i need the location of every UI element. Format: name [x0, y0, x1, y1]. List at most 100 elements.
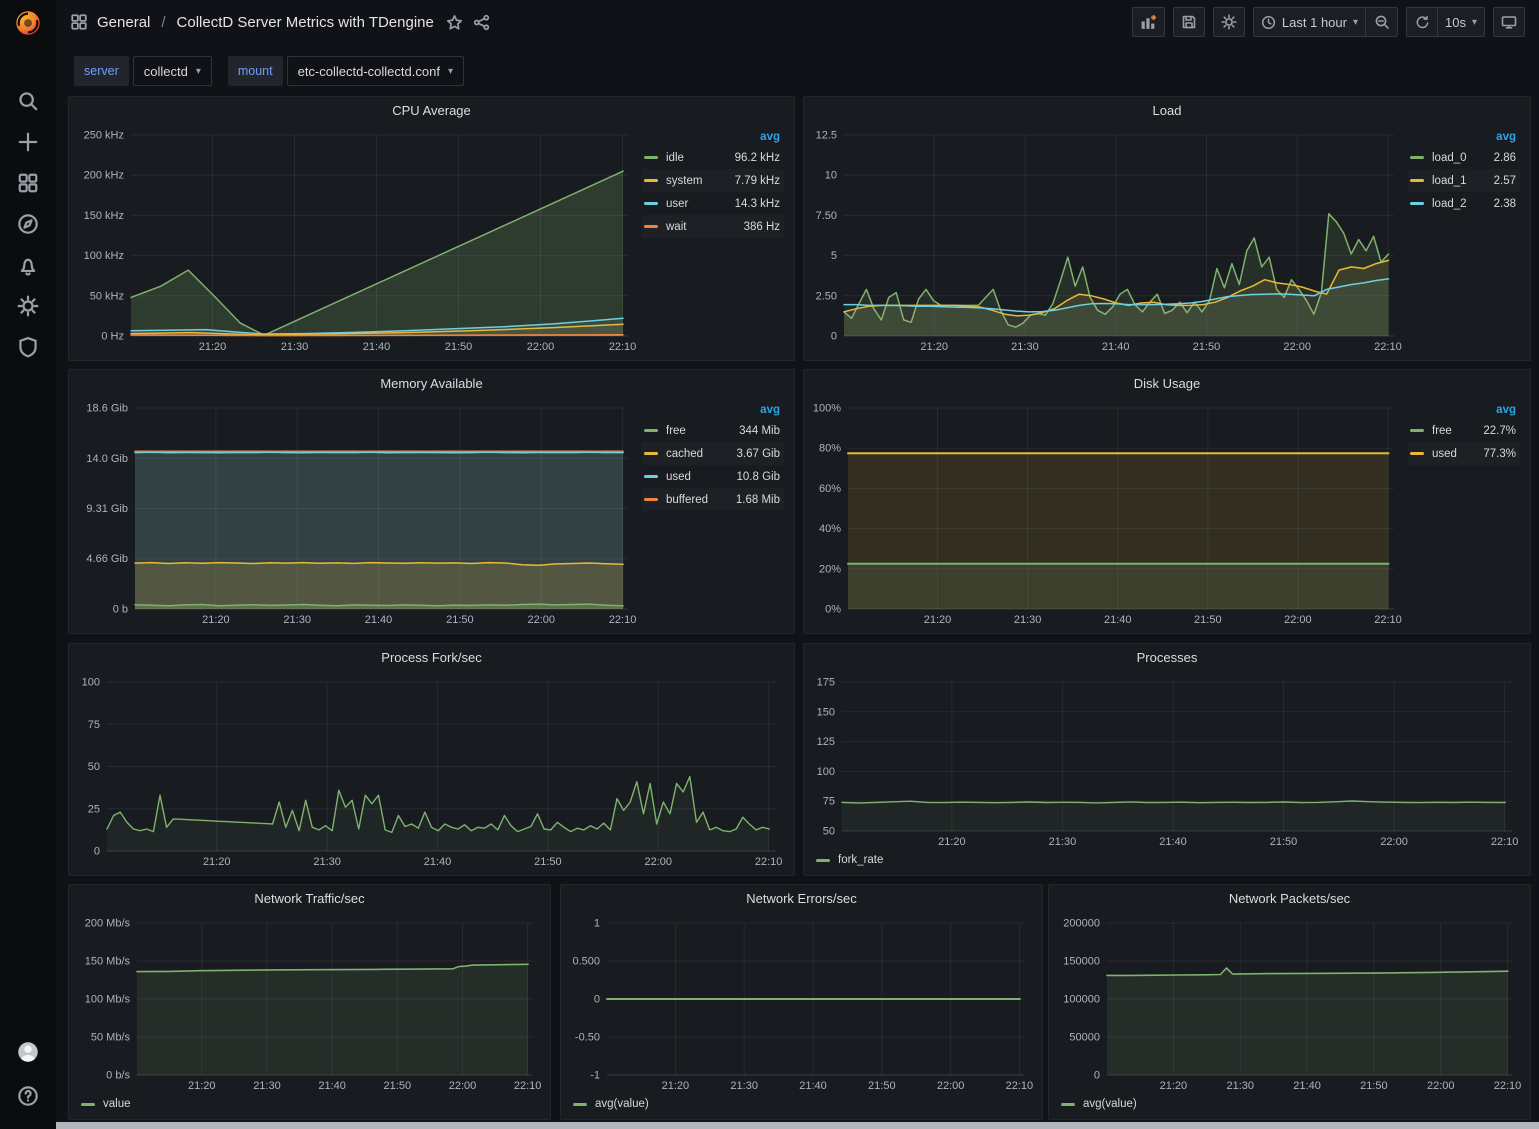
time-series-graph[interactable]: 21:2021:3021:4021:5022:0022:1002.5057.50… [812, 125, 1404, 354]
chart-canvas[interactable]: 21:2021:3021:4021:5022:0022:100500001000… [1057, 913, 1522, 1093]
legend-item-wait[interactable]: wait386 Hz [642, 215, 784, 238]
legend-item-idle[interactable]: idle96.2 kHz [642, 146, 784, 169]
chart-canvas[interactable]: 21:2021:3021:4021:5022:0022:100 b/s50 Mb… [77, 913, 542, 1093]
time-series-graph[interactable]: 21:2021:3021:4021:5022:0022:100 b/s50 Mb… [77, 913, 542, 1093]
time-series-graph[interactable]: 21:2021:3021:4021:5022:0022:100 b4.66 Gi… [77, 398, 638, 627]
panel-title[interactable]: Network Packets/sec [1049, 885, 1530, 913]
y-axis-tick-label: 5 [831, 250, 837, 262]
time-series-graph[interactable]: 21:2021:3021:4021:5022:0022:100%20%40%60… [812, 398, 1404, 627]
save-dashboard-button[interactable] [1173, 7, 1205, 37]
x-axis-tick-label: 22:10 [1374, 341, 1402, 353]
chart-canvas[interactable]: 21:2021:3021:4021:5022:0022:10-1-0.5000.… [569, 913, 1034, 1093]
explore-compass-icon[interactable] [17, 213, 39, 235]
legend-item-load_2[interactable]: load_2 2.38 [1408, 192, 1520, 215]
x-axis-tick-label: 21:30 [730, 1080, 758, 1092]
dashboard-settings-button[interactable] [1213, 7, 1245, 37]
grafana-logo[interactable] [13, 8, 43, 38]
y-axis-tick-label: 0 [831, 331, 837, 343]
x-axis-tick-label: 21:40 [363, 341, 391, 353]
chart-canvas[interactable]: 21:2021:3021:4021:5022:0022:100255075100 [77, 672, 786, 869]
legend-item-used[interactable]: used10.8 Gib [642, 465, 784, 488]
legend-avg-value: 344 Mib [739, 425, 782, 437]
legend-series-name: load_0 [1432, 152, 1467, 164]
panel-title[interactable]: Memory Available [69, 370, 794, 398]
horizontal-scrollbar[interactable] [56, 1122, 1539, 1129]
legend-avg-header[interactable]: avg [642, 402, 784, 419]
refresh-button[interactable] [1406, 7, 1438, 37]
x-axis-tick-label: 21:50 [868, 1080, 896, 1092]
panel-title[interactable]: Network Traffic/sec [69, 885, 550, 913]
breadcrumb-section[interactable]: General [97, 14, 150, 31]
y-axis-tick-label: 100 [82, 677, 100, 689]
dashboard-title[interactable]: CollectD Server Metrics with TDengine [177, 14, 434, 31]
legend-item-load_1[interactable]: load_12.57 [1408, 169, 1520, 192]
legend-item-user[interactable]: user14.3 kHz [642, 192, 784, 215]
share-icon[interactable] [473, 14, 490, 31]
x-axis-tick-label: 22:00 [527, 614, 555, 626]
x-axis-tick-label: 22:10 [1494, 1080, 1522, 1092]
legend-item-free[interactable]: free22.7% [1408, 419, 1520, 442]
star-icon[interactable] [446, 14, 463, 31]
time-series-graph[interactable]: 21:2021:3021:4021:5022:0022:100 Hz50 kHz… [77, 125, 638, 354]
panel-load: Load 21:2021:3021:4021:5022:0022:1002.50… [803, 96, 1531, 361]
zoom-out-time-button[interactable] [1366, 7, 1398, 37]
panel-legend: avgfree22.7%used77.3% [1404, 398, 1522, 627]
legend-avg-header[interactable]: avg [1408, 402, 1520, 419]
add-panel-button[interactable] [1132, 7, 1165, 37]
variable-dropdown-mount[interactable]: etc-collectd-collectd.conf▾ [287, 56, 464, 86]
legend-item-system[interactable]: system7.79 kHz [642, 169, 784, 192]
chart-canvas[interactable]: 21:2021:3021:4021:5022:0022:100 b4.66 Gi… [77, 398, 638, 627]
legend-avg-header[interactable]: avg [642, 129, 784, 146]
panel-title[interactable]: Load [804, 97, 1530, 125]
help-icon[interactable] [17, 1085, 39, 1107]
x-axis-tick-label: 22:00 [644, 856, 672, 868]
y-axis-tick-label: 250 kHz [84, 130, 124, 142]
legend-item-load_0[interactable]: load_02.86 [1408, 146, 1520, 169]
chart-canvas[interactable]: 21:2021:3021:4021:5022:0022:100%20%40%60… [812, 398, 1404, 627]
y-axis-tick-label: 150000 [1063, 956, 1100, 968]
legend-item-fork_rate[interactable]: fork_rate [816, 854, 883, 866]
panel-title[interactable]: Disk Usage [804, 370, 1530, 398]
legend-item-cached[interactable]: cached3.67 Gib [642, 442, 784, 465]
x-axis-tick-label: 21:50 [1360, 1080, 1388, 1092]
legend-avg-header[interactable]: avg [1408, 129, 1520, 146]
legend-item-free[interactable]: free344 Mib [642, 419, 784, 442]
chart-canvas[interactable]: 21:2021:3021:4021:5022:0022:1002.5057.50… [812, 125, 1404, 354]
legend-item-value[interactable]: value [81, 1098, 131, 1110]
kiosk-mode-button[interactable] [1493, 7, 1525, 37]
time-range-picker[interactable]: Last 1 hour ▾ [1253, 7, 1366, 37]
y-axis-tick-label: 150 kHz [84, 210, 124, 222]
legend-series-name: load_2 [1432, 198, 1467, 210]
x-axis-tick-label: 21:40 [1104, 614, 1132, 626]
legend-item-avg(value)[interactable]: avg(value) [573, 1098, 649, 1110]
chart-canvas[interactable]: 21:2021:3021:4021:5022:0022:105075100125… [812, 672, 1522, 849]
panel-legend: value [77, 1093, 542, 1113]
search-icon[interactable] [17, 90, 39, 112]
y-axis-tick-label: 40% [819, 523, 841, 535]
y-axis-tick-label: 100% [813, 403, 841, 415]
legend-avg-value: 77.3% [1483, 448, 1518, 460]
legend-item-buffered[interactable]: buffered1.68 Mib [642, 488, 784, 511]
legend-item-avg(value)[interactable]: avg(value) [1061, 1098, 1137, 1110]
refresh-interval-picker[interactable]: 10s ▾ [1438, 7, 1485, 37]
legend-item-used[interactable]: used77.3% [1408, 442, 1520, 465]
create-plus-icon[interactable] [17, 131, 39, 153]
user-avatar[interactable] [15, 1039, 41, 1065]
variable-dropdown-server[interactable]: collectd▾ [133, 56, 212, 86]
server-admin-shield-icon[interactable] [17, 336, 39, 358]
dashboards-grid-icon[interactable] [17, 172, 39, 194]
panel-title[interactable]: Network Errors/sec [561, 885, 1042, 913]
time-series-graph[interactable]: 21:2021:3021:4021:5022:0022:100500001000… [1057, 913, 1522, 1093]
configuration-gear-icon[interactable] [17, 295, 39, 317]
panel-title[interactable]: CPU Average [69, 97, 794, 125]
legend-avg-value: 2.38 [1494, 198, 1518, 210]
panel-title[interactable]: Process Fork/sec [69, 644, 794, 672]
x-axis-tick-label: 22:10 [1374, 614, 1402, 626]
y-axis-tick-label: 0 Hz [101, 331, 124, 343]
alerting-bell-icon[interactable] [17, 254, 39, 276]
panel-title[interactable]: Processes [804, 644, 1530, 672]
chart-canvas[interactable]: 21:2021:3021:4021:5022:0022:100 Hz50 kHz… [77, 125, 638, 354]
time-series-graph[interactable]: 21:2021:3021:4021:5022:0022:100255075100 [77, 672, 786, 869]
time-series-graph[interactable]: 21:2021:3021:4021:5022:0022:10-1-0.5000.… [569, 913, 1034, 1093]
time-series-graph[interactable]: 21:2021:3021:4021:5022:0022:105075100125… [812, 672, 1522, 849]
